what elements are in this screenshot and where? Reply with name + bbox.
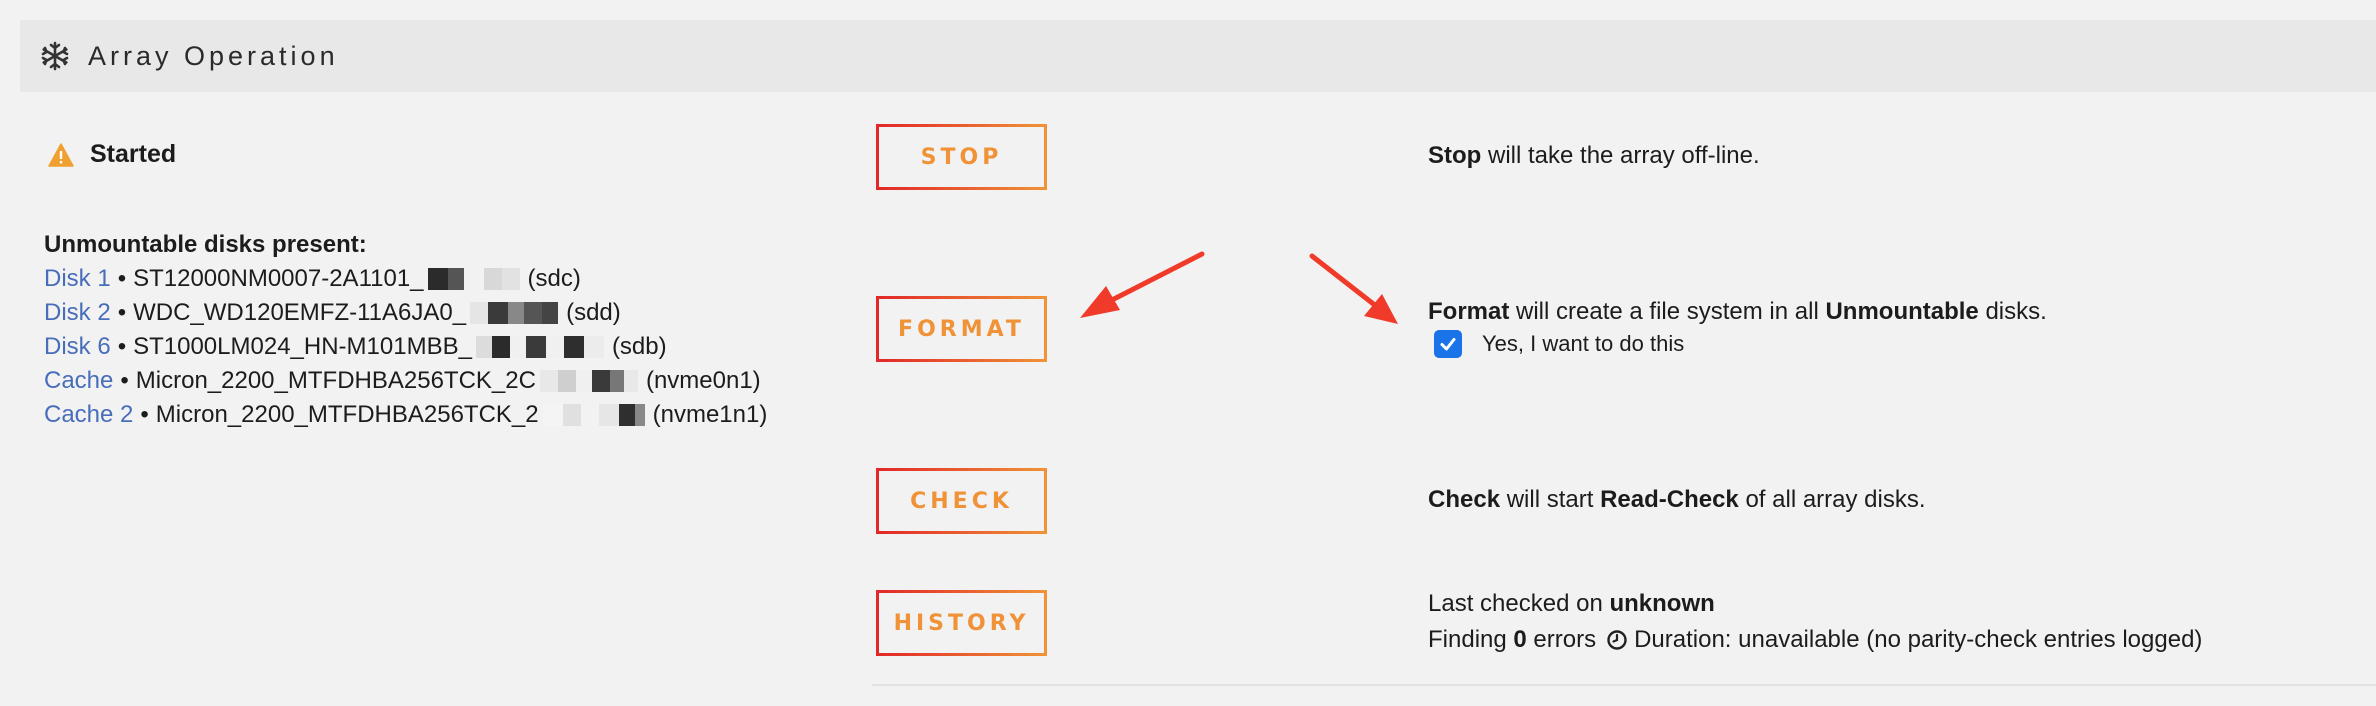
duration-text: Duration: unavailable (no parity-check e… — [1634, 626, 2203, 653]
finding-prefix: Finding — [1428, 626, 1514, 653]
last-checked-prefix: Last checked on — [1428, 590, 1610, 617]
disk-row: Disk 6 • ST1000LM024_HN-M101MBB_ (sdb) — [44, 330, 767, 364]
redacted-serial — [470, 301, 559, 325]
stop-bold: Stop — [1428, 142, 1482, 169]
format-description: Format will create a file system in all … — [1428, 298, 2047, 326]
check-description: Check will start Read-Check of all array… — [1428, 486, 1926, 514]
confirm-checkbox[interactable] — [1434, 330, 1462, 358]
last-checked: Last checked on unknown — [1428, 590, 1715, 618]
error-count: 0 — [1513, 626, 1527, 653]
panel-header: Array Operation — [20, 20, 2376, 92]
read-check-bold: Read-Check — [1600, 486, 1739, 513]
confirm-label[interactable]: Yes, I want to do this — [1482, 331, 1684, 357]
clock-icon — [1607, 630, 1627, 650]
bullet-separator: • — [140, 401, 149, 428]
stop-description: Stop will take the array off-line. — [1428, 142, 1760, 170]
checkmark-icon — [1440, 338, 1456, 351]
stop-button[interactable]: STOP — [876, 124, 1047, 190]
disk-row: Cache 2 • Micron_2200_MTFDHBA256TCK_2 (n… — [44, 398, 767, 432]
disk-device: (nvme1n1) — [652, 401, 768, 428]
check-bold: Check — [1428, 486, 1501, 513]
disk-link-cache[interactable]: Cache — [44, 364, 113, 398]
array-status: Started — [48, 140, 176, 169]
disk-link-disk1[interactable]: Disk 1 — [44, 262, 111, 296]
disk-model: ST12000NM0007-2A1101_ — [133, 265, 424, 292]
annotation-arrow-left-icon — [1080, 251, 1205, 318]
disk-row: Cache • Micron_2200_MTFDHBA256TCK_2C (nv… — [44, 364, 767, 398]
bullet-separator: • — [117, 333, 127, 360]
disk-device: (sdd) — [566, 299, 621, 326]
redacted-serial — [427, 267, 520, 291]
unmountable-heading: Unmountable disks present: — [44, 231, 367, 258]
format-end: disks. — [1978, 298, 2047, 325]
disk-link-cache2[interactable]: Cache 2 — [44, 398, 133, 432]
disk-row: Disk 2 • WDC_WD120EMFZ-11A6JA0_ (sdd) — [44, 296, 767, 330]
disk-link-disk6[interactable]: Disk 6 — [44, 330, 111, 364]
bullet-separator: • — [120, 367, 129, 394]
annotation-arrow-right-icon — [1309, 253, 1398, 324]
last-checked-value: unknown — [1609, 590, 1715, 617]
disk-model: Micron_2200_MTFDHBA256TCK_2 — [155, 401, 539, 428]
disk-device: (nvme0n1) — [645, 367, 761, 394]
panel-title: Array Operation — [88, 40, 339, 71]
bullet-separator: • — [117, 265, 127, 292]
bullet-separator: • — [117, 299, 127, 326]
disk-device: (sdc) — [527, 265, 581, 292]
format-button[interactable]: FORMAT — [876, 296, 1047, 362]
disk-model: ST1000LM024_HN-M101MBB_ — [133, 333, 472, 360]
check-button[interactable]: CHECK — [876, 468, 1047, 534]
stop-rest: will take the array off-line. — [1481, 142, 1760, 169]
format-confirm[interactable]: Yes, I want to do this — [1434, 330, 1684, 358]
finding-errors: Finding 0 errors Duration: unavailable (… — [1428, 626, 2202, 654]
check-end: of all array disks. — [1738, 486, 1926, 513]
divider — [872, 684, 2376, 686]
snowflake-icon — [41, 41, 69, 71]
history-button[interactable]: HISTORY — [876, 590, 1047, 656]
disk-link-disk2[interactable]: Disk 2 — [44, 296, 111, 330]
disk-model: WDC_WD120EMFZ-11A6JA0_ — [133, 299, 467, 326]
format-bold: Format — [1428, 298, 1510, 325]
check-mid: will start — [1500, 486, 1601, 513]
redacted-serial — [542, 403, 645, 427]
disk-row: Disk 1 • ST12000NM0007-2A1101_ (sdc) — [44, 262, 767, 296]
redacted-serial — [475, 335, 604, 359]
format-mid: will create a file system in all — [1509, 298, 1826, 325]
warning-icon — [48, 142, 74, 167]
unmountable-bold: Unmountable — [1825, 298, 1979, 325]
disk-model: Micron_2200_MTFDHBA256TCK_2C — [135, 367, 536, 394]
errors-suffix: errors — [1526, 626, 1597, 653]
disk-device: (sdb) — [611, 333, 667, 360]
unmountable-disks-list: Unmountable disks present: Disk 1 • ST12… — [44, 228, 767, 432]
redacted-serial — [539, 369, 638, 393]
status-text: Started — [90, 140, 177, 168]
